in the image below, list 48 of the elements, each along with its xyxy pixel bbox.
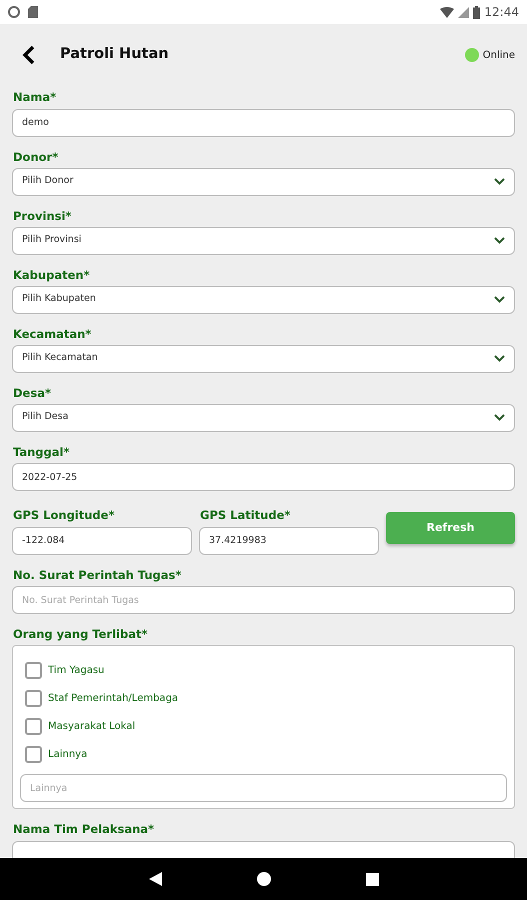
field-label: GPS Latitude*	[200, 508, 292, 522]
dropdown-field[interactable]: Pilih Donor	[12, 168, 515, 196]
field-label: Kabupaten*	[13, 268, 91, 282]
input-field[interactable]: 37.4219983	[199, 526, 379, 554]
chevron-down-icon	[494, 296, 505, 303]
recents-nav-icon[interactable]	[366, 872, 378, 886]
checkbox[interactable]	[25, 718, 42, 734]
checkbox-label: Lainnya	[48, 748, 88, 762]
dropdown-field[interactable]: Pilih Desa	[12, 404, 515, 432]
chevron-down-icon	[494, 355, 505, 362]
field-label: No. Surat Perintah Tugas*	[13, 568, 182, 582]
sd-card-icon	[28, 6, 38, 18]
back-icon[interactable]	[22, 45, 36, 65]
input-field[interactable]: No. Surat Perintah Tugas	[12, 586, 515, 614]
home-nav-icon[interactable]	[256, 872, 270, 886]
field-label: Orang yang Terlibat*	[13, 627, 148, 641]
notification-icon	[8, 6, 20, 18]
dropdown-field[interactable]: Pilih Provinsi	[12, 226, 515, 254]
field-label: Desa*	[13, 386, 52, 400]
field-label: Nama*	[13, 90, 58, 104]
field-label: Donor*	[13, 150, 60, 164]
connection-status: Online	[482, 48, 515, 62]
field-label: GPS Longitude*	[13, 508, 116, 522]
field-label: Provinsi*	[13, 208, 72, 222]
field-label: Tanggal*	[13, 444, 70, 458]
input-field[interactable]: -122.084	[12, 526, 192, 554]
checkbox[interactable]	[25, 690, 42, 706]
page-title: Patroli Hutan	[60, 45, 169, 64]
signal-icon	[458, 6, 470, 18]
chevron-down-icon	[494, 414, 505, 421]
wifi-icon	[440, 6, 454, 18]
back-nav-icon[interactable]	[148, 872, 162, 886]
checkbox[interactable]	[25, 746, 42, 762]
field-label: Kecamatan*	[13, 326, 92, 340]
dropdown-field[interactable]: Pilih Kabupaten	[12, 286, 515, 314]
battery-icon	[473, 6, 480, 18]
chevron-down-icon	[494, 178, 505, 185]
input-field[interactable]: Lainnya	[20, 774, 507, 802]
field-label: Nama Tim Pelaksana*	[13, 822, 156, 836]
input-field[interactable]: demo	[12, 108, 515, 136]
checkbox-label: Tim Yagasu	[48, 664, 104, 678]
checkbox[interactable]	[25, 662, 42, 678]
checkbox-label: Masyarakat Lokal	[48, 720, 136, 734]
input-field[interactable]: 2022-07-25	[12, 463, 515, 491]
chevron-down-icon	[494, 237, 505, 244]
checkbox-label: Staf Pemerintah/Lembaga	[48, 692, 178, 706]
clock: 12:44	[484, 4, 519, 21]
dropdown-field[interactable]: Pilih Kecamatan	[12, 344, 515, 372]
